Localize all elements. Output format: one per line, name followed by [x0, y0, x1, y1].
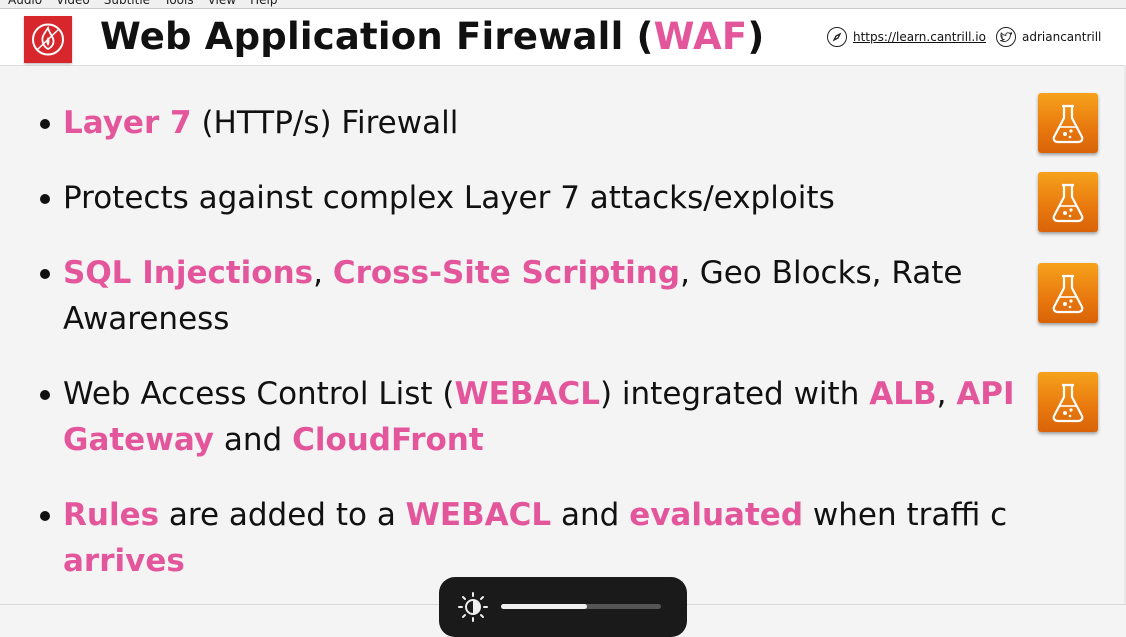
title-suffix: ) [747, 15, 765, 58]
bullet-fragment: Web Access Control List ( [63, 376, 455, 412]
bullet-item: Protects against complex Layer 7 attacks… [40, 175, 1020, 221]
highlight-term: evaluated [629, 497, 804, 533]
slide-header: Web Application Firewall (WAF) https://l… [0, 9, 1126, 66]
bullet-fragment: and [551, 497, 630, 533]
menu-item-view[interactable]: View [208, 0, 236, 7]
highlight-term: WEBACL [405, 497, 552, 533]
highlight-term: SQL Injections [63, 255, 314, 291]
bullet-fragment: , [936, 376, 957, 412]
brightness-level [501, 604, 588, 609]
highlight-term: Rules [63, 497, 160, 533]
menu-bar: Audio Video Subtitle Tools View Help [0, 0, 1126, 9]
title-text: Web Application Firewall ( [100, 15, 654, 58]
bullet-item: Layer 7 (HTTP/s) Firewall [40, 100, 1020, 146]
bullet-fragment: (HTTP/s) Firewall [191, 105, 459, 141]
bullet-dot [40, 511, 50, 521]
bullet-fragment: ) integrated with [599, 376, 870, 412]
highlight-term: Layer 7 [63, 105, 192, 141]
brightness-icon [458, 592, 488, 622]
bullet-dot [40, 269, 50, 279]
bullet-item: Rules are added to a WEBACL and evaluate… [40, 492, 1020, 584]
highlight-term: arrives [63, 543, 185, 579]
menu-item-tools[interactable]: Tools [164, 0, 194, 7]
twitter-handle[interactable]: adriancantrill [1022, 30, 1101, 44]
page-title: Web Application Firewall (WAF) [100, 15, 764, 58]
bullet-fragment: , [313, 255, 333, 291]
bullet-fragment: Protects against complex Layer 7 attacks… [63, 180, 835, 216]
bullet-text: Layer 7 (HTTP/s) Firewall [63, 100, 1020, 146]
highlight-term: ALB [869, 376, 937, 412]
title-highlight: WAF [653, 15, 748, 58]
firewall-shield-icon [24, 16, 72, 63]
highlight-term: WEBACL [454, 376, 600, 412]
highlight-term: Cross-Site Scripting [332, 255, 681, 291]
lab-flask-icon[interactable] [1038, 93, 1098, 153]
bullet-fragment: are added to a [159, 497, 406, 533]
website-url[interactable]: https://learn.cantrill.io [853, 30, 986, 44]
brightness-osd [439, 577, 687, 637]
bullet-text: Protects against complex Layer 7 attacks… [63, 175, 1020, 221]
bullet-item: SQL Injections, Cross-Site Scripting, Ge… [40, 250, 1020, 342]
bullet-text: Web Access Control List (WEBACL) integra… [63, 371, 1020, 463]
lab-flask-icon[interactable] [1038, 172, 1098, 232]
menu-item-help[interactable]: Help [250, 0, 277, 7]
brightness-slider[interactable] [501, 604, 661, 609]
twitter-icon [996, 27, 1016, 47]
bullet-dot [40, 119, 50, 129]
website-link[interactable]: https://learn.cantrill.io [827, 27, 986, 47]
bullet-text: SQL Injections, Cross-Site Scripting, Ge… [63, 250, 1020, 342]
bullet-fragment: when traffi c [803, 497, 1008, 533]
compass-icon [827, 27, 847, 47]
bullet-item: Web Access Control List (WEBACL) integra… [40, 371, 1020, 463]
menu-item-subtitle[interactable]: Subtitle [104, 0, 150, 7]
highlight-term: CloudFront [292, 422, 484, 458]
menu-item-audio[interactable]: Audio [8, 0, 42, 7]
bullet-fragment: and [214, 422, 293, 458]
menu-item-video[interactable]: Video [56, 0, 90, 7]
lab-flask-icon[interactable] [1038, 372, 1098, 432]
lab-flask-icon[interactable] [1038, 263, 1098, 323]
twitter-link[interactable]: adriancantrill [996, 27, 1101, 47]
bullet-dot [40, 390, 50, 400]
bullet-text: Rules are added to a WEBACL and evaluate… [63, 492, 1020, 584]
bullet-dot [40, 194, 50, 204]
